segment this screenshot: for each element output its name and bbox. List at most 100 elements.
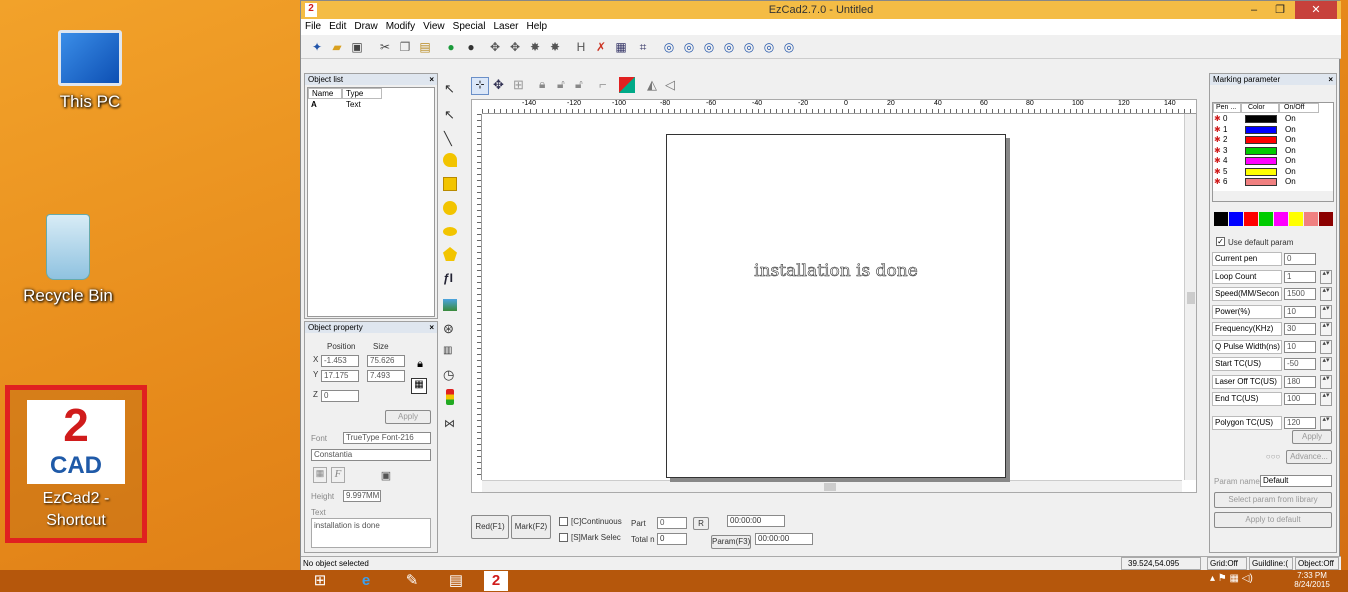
reverse-select-icon[interactable]: [619, 77, 635, 93]
unlock-object-icon[interactable]: 🔓︎: [557, 77, 565, 92]
mark-select-checkbox[interactable]: [559, 533, 568, 542]
node-edit-2-icon[interactable]: ✸: [547, 39, 563, 55]
list-icon[interactable]: ▦: [613, 39, 629, 55]
vertical-scrollbar[interactable]: [1184, 114, 1196, 480]
polygon-icon[interactable]: [443, 247, 457, 261]
text-tool-icon[interactable]: ƒI: [443, 271, 453, 285]
spin-button[interactable]: ▴▾: [1320, 415, 1332, 430]
unlock-all-icon[interactable]: 🔓︎: [575, 77, 583, 92]
zoom-icon[interactable]: ◎: [661, 39, 677, 55]
menu-help[interactable]: Help: [522, 19, 551, 34]
minimize-button[interactable]: –: [1241, 1, 1267, 19]
pen-list-scrollbar[interactable]: [1213, 191, 1333, 201]
param-value-field[interactable]: 180: [1284, 375, 1316, 388]
pen-row[interactable]: ✱ 3 On: [1213, 146, 1321, 156]
palette-color-swatch[interactable]: [1229, 212, 1243, 226]
reset-button[interactable]: R: [693, 517, 709, 530]
close-panel-icon[interactable]: ×: [1328, 74, 1333, 85]
work-area-sheet[interactable]: installation is done: [666, 134, 1006, 478]
scrollbar-thumb[interactable]: [824, 483, 836, 491]
menu-edit[interactable]: Edit: [325, 19, 350, 34]
palette-color-swatch[interactable]: [1214, 212, 1228, 226]
text-content-field[interactable]: installation is done: [311, 518, 431, 548]
curve-icon[interactable]: [443, 153, 457, 167]
menu-special[interactable]: Special: [449, 19, 490, 34]
tools-icon[interactable]: ✗: [593, 39, 609, 55]
palette-color-swatch[interactable]: [1244, 212, 1258, 226]
mirror-vertical-icon[interactable]: ◁: [665, 77, 675, 93]
bitmap-icon[interactable]: [443, 299, 457, 311]
ellipse-icon[interactable]: [443, 227, 457, 236]
internet-explorer-icon[interactable]: e: [348, 571, 384, 591]
palette-color-swatch[interactable]: [1259, 212, 1273, 226]
table-row[interactable]: A Text: [308, 100, 434, 110]
desktop-icon-ezcad-shortcut[interactable]: 2 CAD EzCad2 - Shortcut: [5, 385, 147, 543]
continuous-checkbox[interactable]: [559, 517, 568, 526]
sheet-text-object[interactable]: installation is done: [667, 261, 1005, 282]
save-icon[interactable]: ▣: [349, 39, 365, 55]
select-node-2-icon[interactable]: ✥: [507, 39, 523, 55]
apply-button[interactable]: Apply: [385, 410, 431, 424]
param-value-field[interactable]: 10: [1284, 305, 1316, 318]
pick-icon[interactable]: ⌐: [599, 77, 607, 92]
param-value-field[interactable]: 120: [1284, 416, 1316, 429]
param-value-field[interactable]: 1500: [1284, 288, 1316, 300]
total-field[interactable]: 0: [657, 533, 687, 545]
z-position-field[interactable]: 0: [321, 390, 359, 402]
pen-row[interactable]: ✱ 0 On: [1213, 114, 1321, 124]
new-file-icon[interactable]: ✦: [309, 39, 325, 55]
param-name-field[interactable]: Default: [1260, 475, 1332, 487]
red-button[interactable]: Red(F1): [471, 515, 509, 539]
input-port-icon[interactable]: [446, 389, 454, 405]
windows-start-icon[interactable]: ⊞: [302, 571, 338, 591]
palette-color-swatch[interactable]: [1274, 212, 1288, 226]
desktop-icon-this-pc[interactable]: This PC: [30, 30, 150, 112]
close-panel-icon[interactable]: ×: [429, 322, 434, 333]
column-header-color[interactable]: Color: [1241, 103, 1279, 113]
node-edit-icon[interactable]: ✸: [527, 39, 543, 55]
param-value-field[interactable]: 10: [1284, 340, 1316, 353]
spin-button[interactable]: ▴▾: [1320, 269, 1332, 284]
restore-button[interactable]: ❐: [1267, 1, 1293, 19]
node-pointer-icon[interactable]: ↖: [444, 107, 455, 123]
line-icon[interactable]: ╲: [444, 131, 452, 147]
spin-button[interactable]: ▴▾: [1320, 287, 1332, 301]
rectangle-icon[interactable]: [443, 177, 457, 191]
tray-clock[interactable]: 7:33 PM 8/24/2015: [1290, 571, 1334, 589]
object-snap-status[interactable]: Object:Off: [1295, 557, 1339, 570]
zoom-page-icon[interactable]: ◎: [781, 39, 797, 55]
horizontal-scrollbar[interactable]: [482, 480, 1182, 492]
font-grid-icon[interactable]: ▦: [313, 467, 327, 483]
save-font-icon[interactable]: ▣: [379, 469, 393, 483]
pen-row[interactable]: ✱ 1 On: [1213, 125, 1321, 135]
pen-row[interactable]: ✱ 2 On: [1213, 135, 1321, 145]
menu-view[interactable]: View: [419, 19, 449, 34]
barcode-tool-icon[interactable]: ▥: [443, 345, 452, 356]
menu-laser[interactable]: Laser: [489, 19, 522, 34]
spin-button[interactable]: ▴▾: [1320, 357, 1332, 371]
redo-icon[interactable]: ●: [463, 39, 479, 55]
column-header-onoff[interactable]: On/Off: [1279, 103, 1319, 113]
height-size-field[interactable]: 7.493: [367, 370, 405, 382]
x-position-field[interactable]: -1.453: [321, 355, 359, 367]
guideline-status[interactable]: Guildline:(: [1249, 557, 1293, 570]
column-header-name[interactable]: Name: [308, 88, 342, 99]
close-panel-icon[interactable]: ×: [429, 74, 434, 85]
param-value-field[interactable]: 100: [1284, 393, 1316, 405]
circle-icon[interactable]: [443, 201, 457, 215]
undo-icon[interactable]: ●: [443, 39, 459, 55]
apply-param-button[interactable]: Apply: [1292, 430, 1332, 444]
scrollbar-thumb[interactable]: [1187, 292, 1195, 304]
mirror-horizontal-icon[interactable]: ◭: [647, 77, 657, 93]
select-region-icon[interactable]: ⊞: [513, 77, 524, 93]
ring-icon[interactable]: ○○○: [1262, 452, 1284, 464]
installer-icon[interactable]: ▤: [438, 571, 474, 591]
font-type-select[interactable]: TrueType Font-216: [343, 432, 431, 444]
pen-row[interactable]: ✱ 4 On: [1213, 156, 1321, 166]
copy-icon[interactable]: ❐: [397, 39, 413, 55]
cut-icon[interactable]: ✂: [377, 39, 393, 55]
spin-button[interactable]: ▴▾: [1320, 374, 1332, 389]
font-name-select[interactable]: Constantia: [311, 449, 431, 461]
pen-row[interactable]: ✱ 5 On: [1213, 167, 1321, 177]
zoom-out-icon[interactable]: ◎: [701, 39, 717, 55]
